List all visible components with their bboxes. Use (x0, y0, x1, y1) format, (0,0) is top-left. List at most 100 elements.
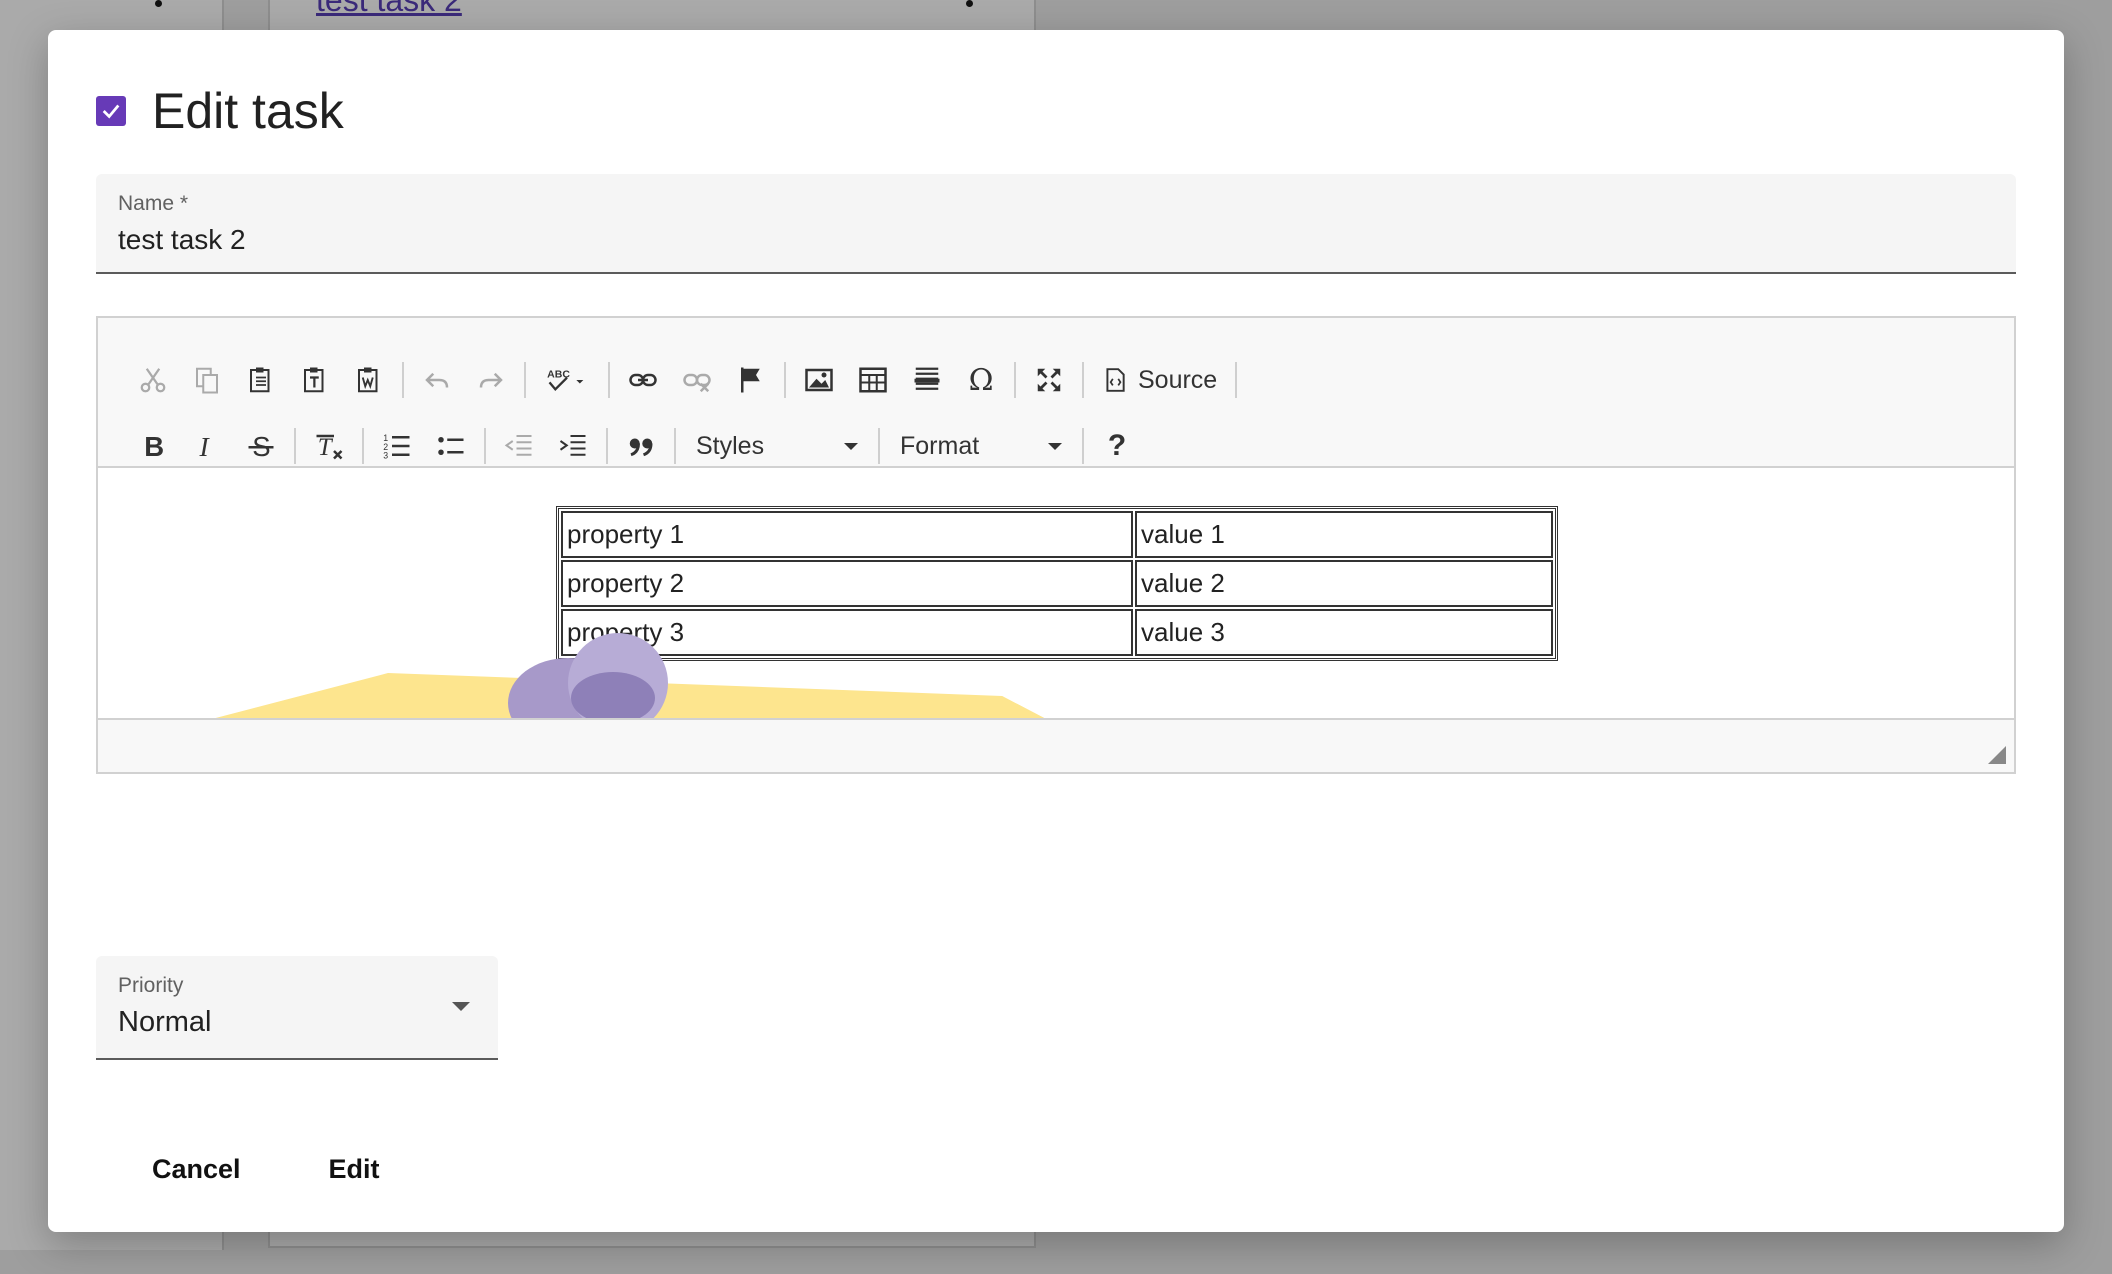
toolbar-separator (608, 362, 610, 398)
toolbar-separator (878, 428, 880, 464)
blockquote-button[interactable] (614, 420, 668, 472)
undo-button[interactable] (410, 354, 464, 406)
svg-text:B: B (144, 431, 164, 461)
chevron-down-icon (844, 442, 858, 450)
toolbar-separator (524, 362, 526, 398)
strike-button[interactable]: S (234, 420, 288, 472)
undo-icon (425, 372, 449, 388)
copy-button[interactable] (180, 354, 234, 406)
maximize-icon (1037, 368, 1061, 392)
name-field-label: Name * (118, 192, 189, 215)
italic-icon: I (199, 431, 211, 461)
task-done-checkbox[interactable] (96, 96, 126, 126)
maximize-button[interactable] (1022, 354, 1076, 406)
cancel-button[interactable]: Cancel (128, 1146, 265, 1193)
name-field[interactable]: Name * (96, 174, 2016, 274)
bold-icon: B (144, 431, 164, 461)
strikethrough-icon: S (248, 431, 274, 461)
cut-button[interactable] (126, 354, 180, 406)
paste-text-button[interactable] (288, 354, 342, 406)
pushpin-graphic (208, 633, 1048, 720)
toolbar-separator (1014, 362, 1016, 398)
background-dot (155, 0, 162, 7)
remove-format-button[interactable]: T (302, 420, 356, 472)
toolbar-separator (1082, 362, 1084, 398)
italic-button[interactable]: I (180, 420, 234, 472)
outdent-icon (504, 435, 532, 456)
blockquote-icon (629, 438, 653, 457)
svg-text:3: 3 (383, 451, 388, 461)
numbered-list-icon: 123 (383, 433, 410, 461)
spellcheck-button[interactable]: ABC (532, 354, 602, 406)
horizontal-line-button[interactable] (900, 354, 954, 406)
toolbar-row: B I S T 123 Styles Format ? (126, 420, 1144, 472)
outdent-button[interactable] (492, 420, 546, 472)
toolbar-separator (674, 428, 676, 464)
toolbar-separator (1235, 362, 1238, 398)
editor-statusbar (98, 718, 2014, 772)
help-icon: ? (1107, 429, 1127, 462)
paste-word-button[interactable] (342, 354, 396, 406)
source-icon (1106, 368, 1125, 392)
priority-label: Priority (118, 974, 184, 997)
dialog-actions: Cancel Edit (128, 1146, 404, 1193)
dialog-header: Edit task (96, 82, 344, 140)
paste-button[interactable] (234, 354, 288, 406)
styles-dropdown[interactable]: Styles (682, 420, 872, 472)
indent-button[interactable] (546, 420, 600, 472)
copy-icon (196, 367, 218, 394)
chevron-down-icon (1048, 442, 1062, 450)
paste-word-icon (358, 367, 378, 393)
unlink-icon (683, 373, 711, 393)
source-button[interactable]: Source (1090, 354, 1229, 406)
horizontal-line-icon (914, 367, 940, 390)
toolbar-separator (294, 428, 296, 464)
bold-button[interactable]: B (126, 420, 180, 472)
svg-text:I: I (199, 431, 211, 461)
spellcheck-icon: ABC (547, 369, 584, 392)
toolbar-separator (1082, 428, 1084, 464)
redo-button[interactable] (464, 354, 518, 406)
link-icon (629, 373, 657, 387)
unlink-button[interactable] (670, 354, 724, 406)
name-input[interactable] (118, 224, 1918, 256)
priority-select[interactable]: Priority Normal (96, 956, 498, 1060)
priority-value: Normal (118, 1006, 212, 1038)
help-button[interactable]: ? (1090, 420, 1144, 472)
rich-text-editor: ABC Ω Source B I S T (96, 316, 2016, 774)
editor-content[interactable]: property 1 value 1 property 2 value 2 pr… (98, 468, 2014, 720)
bulleted-list-icon (438, 437, 464, 455)
remove-format-icon: T (316, 434, 343, 461)
toolbar-row: ABC Ω Source (126, 354, 1243, 406)
anchor-flag-icon (741, 367, 760, 393)
source-label: Source (1138, 365, 1218, 394)
paste-text-icon (304, 367, 324, 393)
special-char-omega-icon: Ω (968, 362, 994, 398)
image-button[interactable] (792, 354, 846, 406)
resize-handle-icon[interactable] (1988, 746, 2006, 764)
styles-label: Styles (696, 431, 765, 460)
image-icon (805, 368, 833, 392)
edit-task-dialog: Edit task Name * ABC (48, 30, 2064, 1232)
editor-toolbar: ABC Ω Source B I S T (98, 318, 2014, 468)
indent-icon (559, 435, 586, 456)
check-icon (102, 104, 120, 119)
format-label: Format (900, 431, 980, 460)
toolbar-separator (484, 428, 486, 464)
link-button[interactable] (616, 354, 670, 406)
toolbar-separator (402, 362, 404, 398)
background-task-link: test task 2 (316, 0, 462, 18)
table-button[interactable] (846, 354, 900, 406)
bulleted-list-button[interactable] (424, 420, 478, 472)
anchor-button[interactable] (724, 354, 778, 406)
edit-button[interactable]: Edit (305, 1146, 404, 1193)
toolbar-separator (362, 428, 364, 464)
cut-icon (140, 368, 166, 393)
toolbar-separator (784, 362, 786, 398)
table-icon (859, 367, 887, 393)
numbered-list-button[interactable]: 123 (370, 420, 424, 472)
format-dropdown[interactable]: Format (886, 420, 1076, 472)
svg-text:T: T (318, 434, 334, 461)
special-char-button[interactable]: Ω (954, 354, 1008, 406)
chevron-down-icon (452, 1002, 470, 1011)
